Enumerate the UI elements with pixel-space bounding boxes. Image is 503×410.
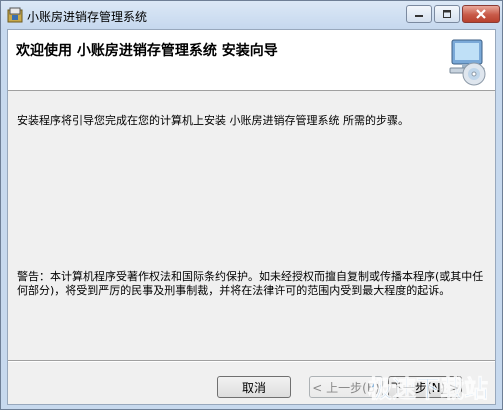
maximize-button[interactable] bbox=[434, 5, 460, 23]
wizard-body: 欢迎使用 小账房进销存管理系统 安装向导 安装程序将引导您完成在您的计算机上安装… bbox=[7, 29, 496, 405]
installer-window: 小账房进销存管理系统 欢迎使用 小账房进销存管理系统 安装向导 安装程序将引导您… bbox=[0, 0, 503, 410]
svg-text:极速下载站: 极速下载站 bbox=[368, 375, 488, 403]
banner-title: 欢迎使用 小账房进销存管理系统 安装向导 bbox=[16, 43, 278, 59]
maximize-icon bbox=[443, 10, 451, 18]
watermark-logo: 极速下载站 bbox=[368, 375, 489, 404]
window-title: 小账房进销存管理系统 bbox=[27, 10, 148, 24]
minimize-icon bbox=[415, 15, 423, 17]
cancel-button[interactable]: 取消 bbox=[217, 376, 291, 398]
button-divider bbox=[8, 360, 495, 362]
intro-text: 安装程序将引导您完成在您的计算机上安装 小账房进销存管理系统 所需的步骤。 bbox=[17, 114, 409, 127]
close-icon bbox=[476, 9, 486, 19]
minimize-button[interactable] bbox=[406, 5, 432, 23]
wizard-banner: 欢迎使用 小账房进销存管理系统 安装向导 bbox=[8, 30, 495, 91]
close-button[interactable] bbox=[462, 5, 500, 23]
computer-cd-icon bbox=[449, 39, 486, 86]
title-bar[interactable]: 小账房进销存管理系统 bbox=[1, 1, 502, 29]
copyright-warning: 警告：本计算机程序受著作权法和国际条约保护。如未经授权而擅自复制或传播本程序(或… bbox=[17, 270, 484, 297]
setup-icon bbox=[7, 7, 23, 23]
